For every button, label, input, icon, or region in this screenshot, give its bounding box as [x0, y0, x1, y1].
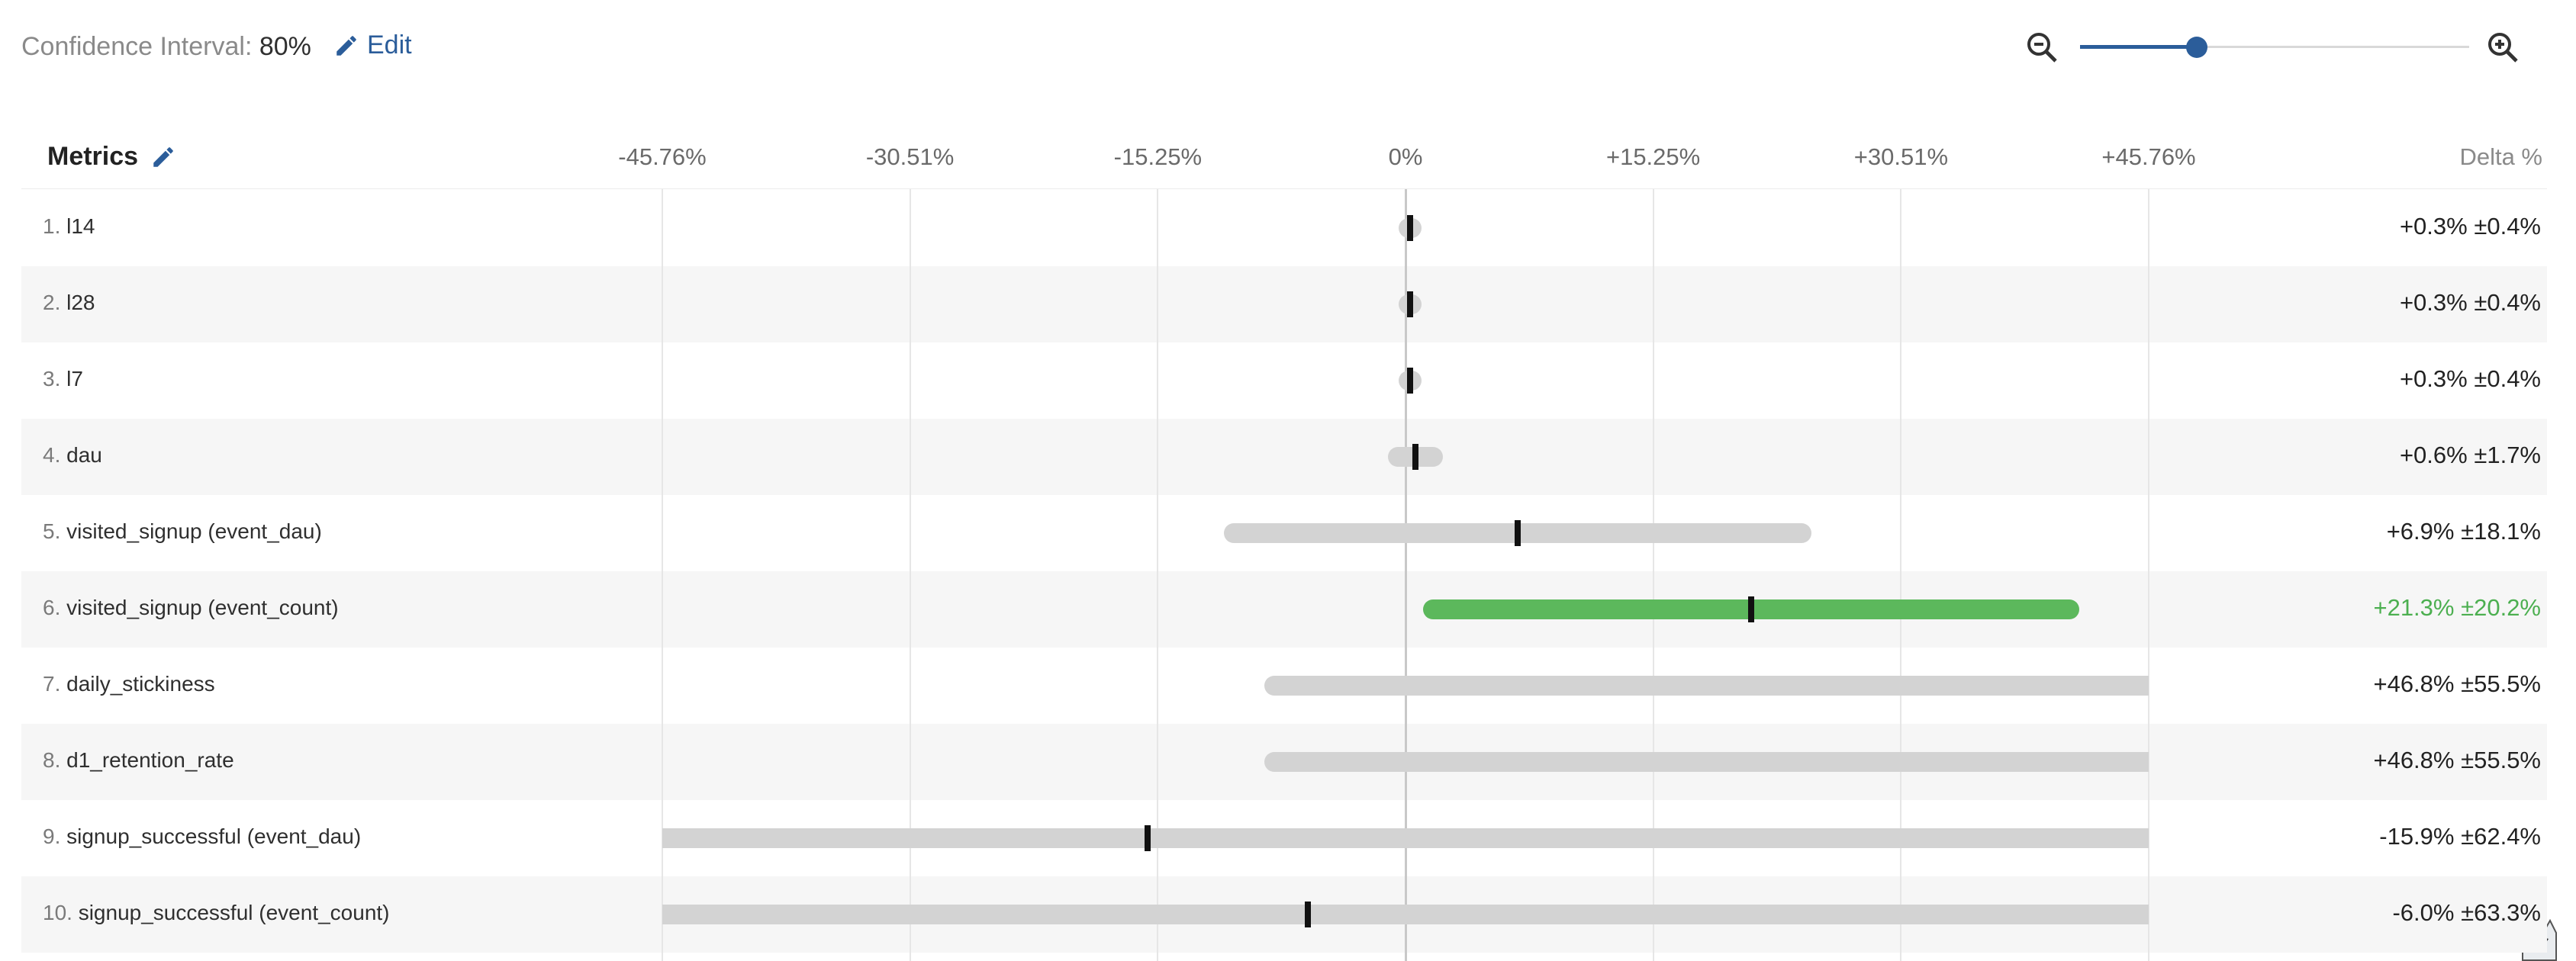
- metric-delta: +0.3% ±0.4%: [2399, 289, 2541, 316]
- metric-name: dau: [66, 443, 102, 467]
- metric-index: 3.: [43, 367, 67, 391]
- metric-index: 1.: [43, 214, 67, 238]
- metric-index: 5.: [43, 519, 67, 543]
- axis-tick-label: -30.51%: [865, 143, 955, 170]
- metric-name: signup_successful (event_count): [78, 901, 390, 924]
- metric-label: 4. dau: [43, 443, 102, 468]
- metric-delta: +0.3% ±0.4%: [2399, 213, 2541, 239]
- delta-point: [1412, 444, 1418, 470]
- metric-index: 10.: [43, 901, 79, 924]
- metric-row[interactable]: 3. l7 +0.3% ±0.4%: [21, 342, 2547, 419]
- delta-point: [1514, 520, 1521, 546]
- top-bar: Confidence Interval: 80% Edit: [0, 0, 2576, 99]
- axis-tick-label: 0%: [1388, 143, 1423, 170]
- delta-point: [1407, 368, 1414, 394]
- metric-delta: +6.9% ±18.1%: [2386, 518, 2541, 545]
- metric-row[interactable]: 2. l28 +0.3% ±0.4%: [21, 266, 2547, 342]
- zoom-slider-thumb[interactable]: [2186, 37, 2207, 58]
- confidence-bar[interactable]: [1264, 676, 2149, 696]
- metric-index: 9.: [43, 824, 67, 848]
- confidence-interval-value: 80%: [259, 32, 311, 61]
- confidence-interval-label: Confidence Interval:: [21, 32, 253, 61]
- header-divider: [21, 188, 2547, 189]
- metric-delta: +46.8% ±55.5%: [2373, 670, 2541, 697]
- metric-name: signup_successful (event_dau): [66, 824, 362, 848]
- metric-label: 2. l28: [43, 291, 95, 315]
- metric-index: 6.: [43, 596, 67, 619]
- table-header: Metrics Delta % -45.76% -30.51% -15.25% 0% +…: [0, 122, 2576, 189]
- metrics-header-label: Metrics: [47, 142, 139, 171]
- metric-label: 7. daily_stickiness: [43, 672, 215, 696]
- metric-label: 8. d1_retention_rate: [43, 748, 234, 773]
- metric-delta: +0.3% ±0.4%: [2399, 365, 2541, 392]
- metric-name: l14: [66, 214, 95, 238]
- delta-point: [1407, 215, 1414, 241]
- delta-point: [1748, 596, 1755, 622]
- metric-label: 1. l14: [43, 214, 95, 239]
- metrics-header: Metrics: [47, 142, 176, 172]
- edit-label: Edit: [367, 31, 412, 59]
- metric-delta: +21.3% ±20.2%: [2373, 594, 2541, 621]
- delta-point: [1144, 825, 1151, 851]
- metric-delta: -6.0% ±63.3%: [2392, 899, 2541, 926]
- confidence-interval: Confidence Interval: 80%: [21, 32, 311, 62]
- axis-tick-label: +15.25%: [1605, 143, 1701, 170]
- confidence-bar[interactable]: [1264, 752, 2149, 772]
- metric-row[interactable]: 6. visited_signup (event_count) +21.3% ±2…: [21, 571, 2547, 648]
- delta-header: Delta %: [2459, 143, 2542, 170]
- pencil-icon[interactable]: [150, 144, 176, 170]
- metric-name: l28: [66, 291, 95, 314]
- zoom-slider[interactable]: [2080, 37, 2469, 58]
- delta-point: [1407, 291, 1414, 317]
- metric-row[interactable]: 1. l14 +0.3% ±0.4%: [21, 190, 2547, 266]
- metric-label: 10. signup_successful (event_count): [43, 901, 390, 925]
- metric-name: daily_stickiness: [66, 672, 215, 696]
- metric-delta: +0.6% ±1.7%: [2399, 442, 2541, 468]
- axis-tick-label: -15.25%: [1113, 143, 1203, 170]
- edit-confidence-button[interactable]: Edit: [333, 31, 412, 60]
- metric-index: 4.: [43, 443, 67, 467]
- metric-name: visited_signup (event_count): [66, 596, 339, 619]
- pencil-icon: [336, 35, 356, 56]
- metric-name: d1_retention_rate: [66, 748, 234, 772]
- axis-tick-label: +30.51%: [1853, 143, 1949, 170]
- zoom-out-icon[interactable]: [2024, 29, 2060, 66]
- metric-delta: +46.8% ±55.5%: [2373, 747, 2541, 773]
- metric-row[interactable]: 4. dau +0.6% ±1.7%: [21, 419, 2547, 495]
- metric-index: 7.: [43, 672, 67, 696]
- metric-delta: -15.9% ±62.4%: [2379, 823, 2541, 850]
- metric-name: visited_signup (event_dau): [66, 519, 322, 543]
- metric-label: 5. visited_signup (event_dau): [43, 519, 322, 544]
- axis-tick-label: +45.76%: [2101, 143, 2196, 170]
- delta-point: [1305, 902, 1312, 927]
- metric-label: 6. visited_signup (event_count): [43, 596, 339, 620]
- zoom-in-icon[interactable]: [2484, 29, 2521, 66]
- metric-name: l7: [66, 367, 83, 391]
- metric-index: 8.: [43, 748, 67, 772]
- metric-label: 9. signup_successful (event_dau): [43, 824, 361, 849]
- metric-index: 2.: [43, 291, 67, 314]
- zoom-slider-fill: [2080, 45, 2197, 49]
- metric-label: 3. l7: [43, 367, 83, 391]
- confidence-bar[interactable]: [662, 905, 2149, 924]
- axis-tick-label: -45.76%: [618, 143, 707, 170]
- confidence-bar[interactable]: [662, 828, 2149, 848]
